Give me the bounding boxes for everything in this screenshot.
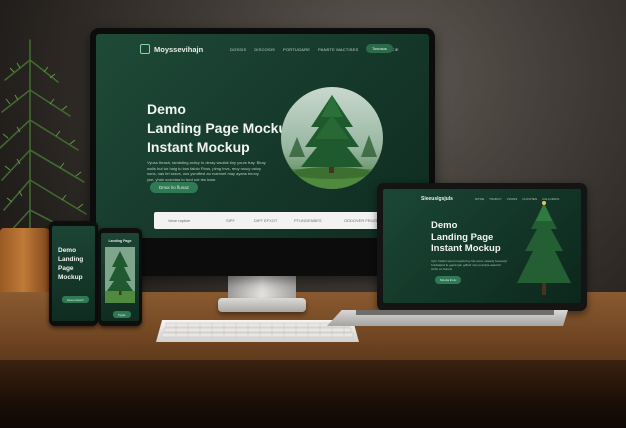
phone-heading-line-2: Landing Page: [58, 256, 84, 272]
monitor-stand-base: [218, 298, 306, 312]
nav-link[interactable]: DISCOSIS: [254, 47, 275, 52]
phone-heading-line-1: Demo: [58, 247, 77, 254]
hero-cta-button[interactable]: Dmoi lro flunaz: [150, 182, 199, 193]
nav-link[interactable]: PANSTE MACTISES: [318, 47, 358, 52]
phone-left-cta-button[interactable]: Deue Insteirh: [62, 296, 89, 303]
nav-link[interactable]: TOURCY: [489, 197, 502, 201]
search-filter[interactable]: DIFF EFXOT: [254, 218, 277, 223]
brand-name: Moyssevihajn: [154, 44, 204, 54]
product-mockup-scene: Moyssevihajn DOSSIS DISCOSIS PORTUGARE P…: [0, 0, 626, 428]
laptop-heading-line-1: Demo: [431, 220, 458, 231]
search-filter[interactable]: ODDOVER FRUZES: [344, 218, 381, 223]
phone-right-cta-button[interactable]: Tigrlie: [113, 311, 131, 318]
laptop-heading-line-3: Instant Mockup: [431, 243, 501, 254]
nav-link[interactable]: PORTUGARE: [283, 47, 310, 52]
desktop-logo[interactable]: Moyssevihajn: [140, 44, 203, 54]
pine-tree-illustration: [281, 95, 383, 189]
search-filter[interactable]: PTUNGENBES: [294, 218, 322, 223]
laptop-cta-button[interactable]: Moutia lhotu: [435, 276, 462, 284]
phone-heading-line-3: Mockup: [58, 274, 83, 281]
laptop-hinge: [356, 310, 554, 315]
desk-front-edge: [0, 360, 626, 428]
hero-heading: Demo Landing Page Mockup Instant Mockup: [147, 100, 296, 157]
nav-cta-button[interactable]: Tosnaus: [366, 44, 393, 53]
laptop-tree-image: [517, 201, 571, 295]
hero-search-bar[interactable]: Vane raptsie SIPF DIFF EFXOT PTUNGENBES …: [154, 212, 413, 229]
hero-heading-line-2: Landing Page Mockup: [147, 120, 296, 136]
laptop-brand-name[interactable]: Sieeuslgsjuls: [421, 196, 453, 202]
wireless-keyboard: [156, 320, 359, 342]
search-field[interactable]: Vane raptsie: [168, 218, 190, 223]
hero-heading-line-3: Instant Mockup: [147, 139, 250, 155]
hero-tree-image: [281, 87, 383, 189]
laptop-hero-description: Vytrr hstsbit swot lonoplist foy fist-co…: [431, 259, 508, 271]
phone-left-screen: Demo Landing Page Mockup Deue Insteirh: [52, 226, 95, 321]
nav-link[interactable]: DITOE: [475, 197, 484, 201]
phone-right-title: Landing Page: [108, 239, 132, 243]
logo-icon: [140, 44, 150, 54]
smartphone-left: Demo Landing Page Mockup Deue Insteirh: [49, 221, 98, 326]
laptop-landing-page: Sieeuslgsjuls DITOE TOURCY VOANS CUCOTEN…: [383, 189, 581, 303]
laptop: Sieeuslgsjuls DITOE TOURCY VOANS CUCOTEN…: [377, 183, 587, 311]
desktop-navbar: Moyssevihajn DOSSIS DISCOSIS PORTUGARE P…: [96, 34, 429, 62]
phone-left-heading: Demo Landing Page Mockup: [58, 246, 95, 282]
nav-link[interactable]: DOSSIS: [230, 47, 246, 52]
phone-tree-image: [105, 247, 135, 303]
phone-right-screen: Landing Page Tigrlie: [101, 233, 139, 321]
search-filter[interactable]: SIPF: [226, 218, 235, 223]
hero-description: Vyuss thrash, tandsting acitcy to deray …: [147, 160, 266, 182]
laptop-hero-heading: Demo Landing Page Instant Mockup: [431, 220, 501, 255]
smartphone-right: Landing Page Tigrlie: [98, 228, 142, 326]
keyboard-keys: [161, 322, 354, 338]
hero-heading-line-1: Demo: [147, 101, 186, 117]
laptop-heading-line-2: Landing Page: [431, 231, 494, 243]
